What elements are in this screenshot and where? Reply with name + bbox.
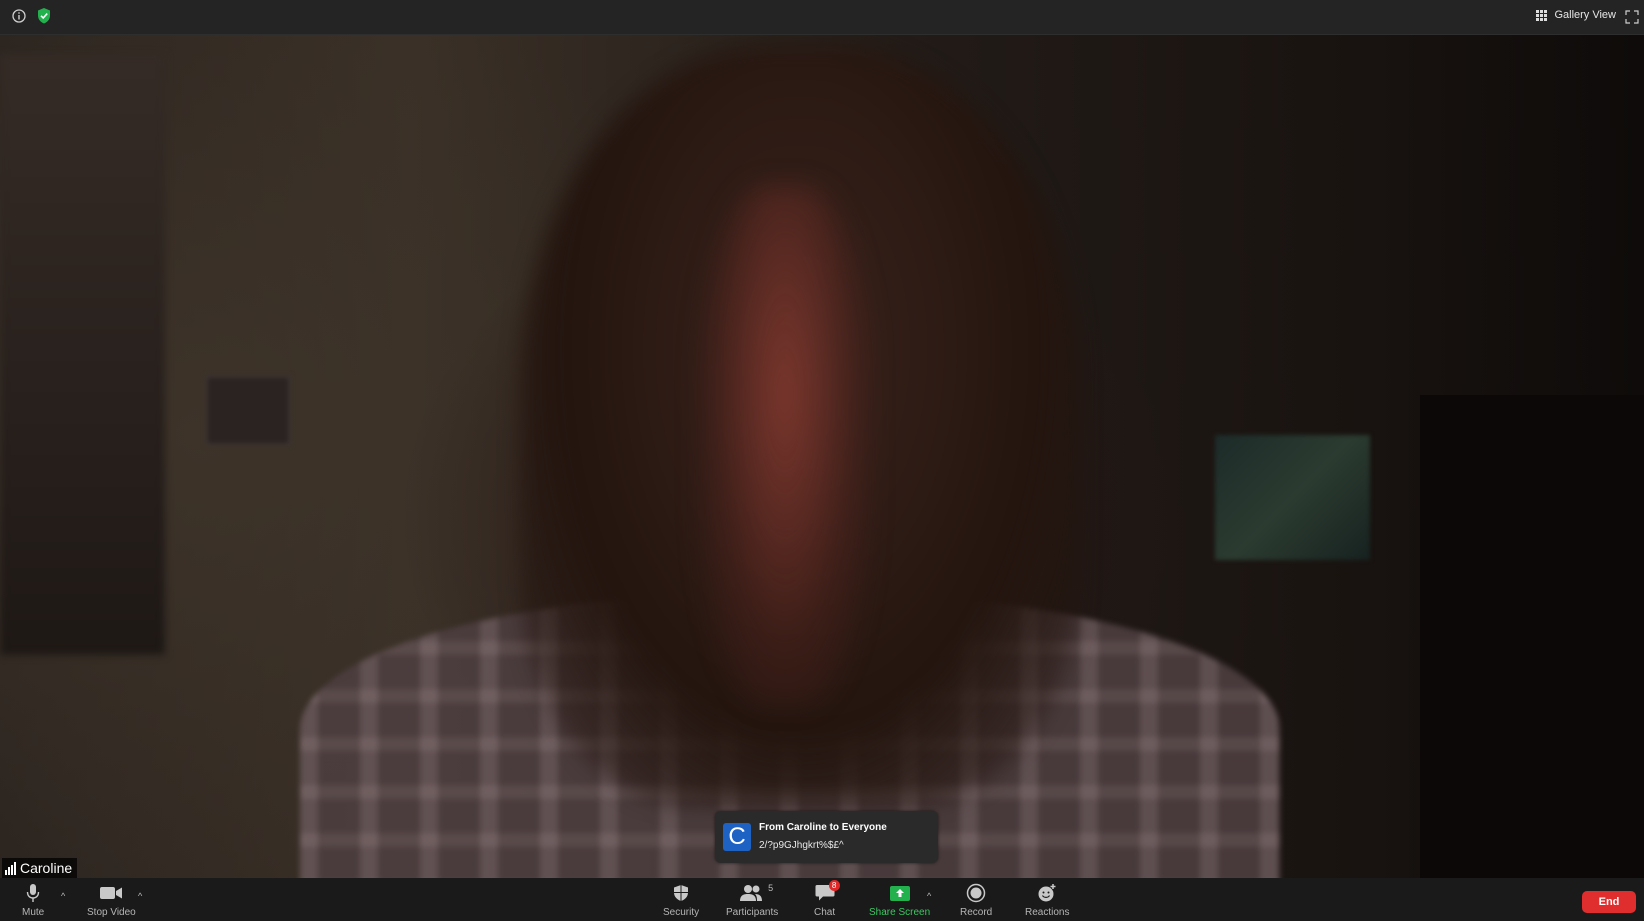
chat-label: Chat — [814, 907, 836, 918]
participants-label: Participants — [726, 907, 779, 918]
info-icon[interactable] — [10, 7, 28, 25]
chat-notification[interactable]: C From Caroline to Everyone 2/?p9GJhgkrt… — [715, 811, 938, 863]
chat-message-text: 2/?p9GJhgkrt%$£^ — [759, 840, 844, 851]
share-screen-icon-wrap — [889, 881, 910, 905]
wall-picture — [205, 375, 291, 446]
background-doorway — [1420, 395, 1644, 878]
share-options-chevron-icon[interactable]: ^ — [927, 891, 931, 901]
participant-name-label: Caroline — [2, 858, 78, 878]
share-screen-button[interactable]: Share Screen — [869, 881, 930, 918]
background-shelf — [0, 55, 165, 655]
chat-button[interactable]: 8 Chat — [814, 880, 840, 918]
meeting-toolbar: Mute ^ Stop Video ^ Security 5 Participa… — [0, 879, 1644, 921]
participant-name: Caroline — [20, 860, 73, 876]
security-label: Security — [663, 907, 700, 918]
stop-video-label: Stop Video — [87, 907, 136, 918]
mute-button[interactable]: Mute — [22, 881, 44, 918]
video-camera-icon — [99, 881, 123, 905]
record-button[interactable]: Record — [960, 881, 992, 918]
record-icon — [966, 881, 986, 905]
video-options-chevron-icon[interactable]: ^ — [138, 891, 142, 901]
gallery-view-label: Gallery View — [1554, 9, 1616, 21]
end-meeting-button[interactable]: End — [1582, 891, 1636, 913]
fullscreen-icon[interactable] — [1625, 10, 1639, 24]
shield-check-icon[interactable] — [35, 7, 53, 25]
smiley-add-icon — [1037, 881, 1057, 905]
wall-poster — [1215, 435, 1370, 560]
share-screen-icon — [889, 885, 910, 901]
participant-face — [700, 185, 870, 705]
stop-video-button[interactable]: Stop Video — [87, 881, 136, 918]
share-screen-label: Share Screen — [869, 907, 931, 918]
reactions-label: Reactions — [1025, 907, 1070, 918]
participant-video — [0, 35, 1644, 878]
participants-icon: 5 — [740, 881, 773, 905]
signal-strength-icon — [5, 861, 16, 875]
chat-unread-badge: 8 — [828, 880, 840, 891]
mute-label: Mute — [22, 907, 45, 918]
microphone-icon — [26, 881, 40, 905]
participants-button[interactable]: 5 Participants — [726, 881, 778, 918]
chat-bubble-icon: 8 — [815, 880, 840, 905]
shield-icon — [673, 881, 689, 905]
gallery-view-button[interactable]: Gallery View — [1536, 9, 1616, 21]
meeting-top-bar: Gallery View — [0, 0, 1644, 35]
audio-options-chevron-icon[interactable]: ^ — [61, 891, 65, 901]
chat-sender-line: From Caroline to Everyone — [759, 822, 887, 833]
security-button[interactable]: Security — [663, 881, 699, 918]
record-label: Record — [960, 907, 993, 918]
grid-icon — [1536, 9, 1548, 21]
chat-sender-avatar: C — [723, 823, 751, 851]
participants-count: 5 — [768, 883, 774, 893]
reactions-button[interactable]: Reactions — [1025, 881, 1069, 918]
